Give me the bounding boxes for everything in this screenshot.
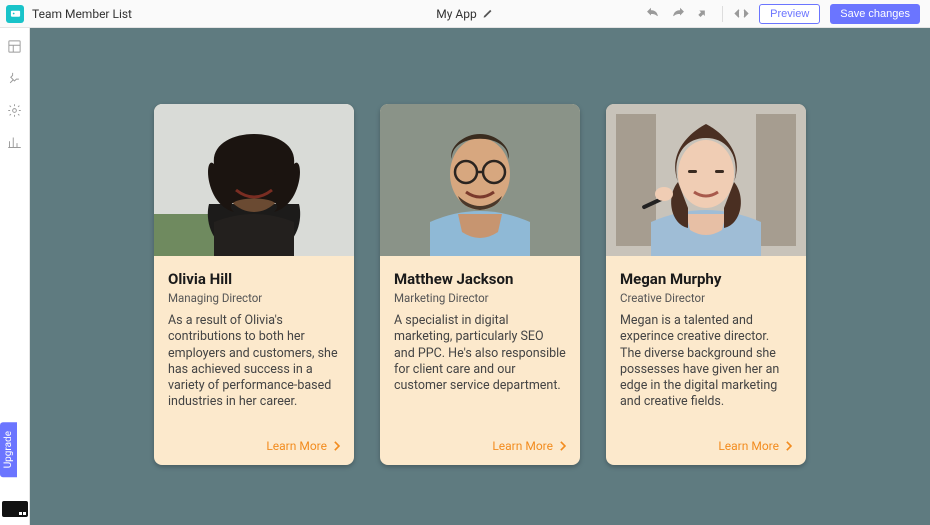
learn-more-link[interactable]: Learn More — [266, 439, 340, 453]
redo-button[interactable] — [670, 6, 686, 22]
member-bio: A specialist in digital marketing, parti… — [394, 313, 566, 425]
member-role: Marketing Director — [394, 291, 566, 305]
upgrade-button[interactable]: Upgrade — [0, 422, 17, 477]
team-card: Matthew Jackson Marketing Director A spe… — [380, 104, 580, 465]
share-button[interactable] — [696, 6, 712, 22]
save-button[interactable]: Save changes — [830, 4, 920, 24]
member-bio: As a result of Olivia's contributions to… — [168, 313, 340, 425]
team-card: Olivia Hill Managing Director As a resul… — [154, 104, 354, 465]
preview-button[interactable]: Preview — [759, 4, 820, 24]
app-name-editor[interactable]: My App — [436, 7, 493, 21]
chevron-right-icon — [785, 441, 792, 451]
member-bio: Megan is a talented and experince creati… — [620, 313, 792, 425]
learn-more-link[interactable]: Learn More — [492, 439, 566, 453]
divider — [722, 6, 723, 22]
page-title: Team Member List — [32, 7, 132, 21]
member-name: Megan Murphy — [620, 270, 792, 288]
topbar-actions: Preview Save changes — [644, 4, 920, 24]
learn-more-link[interactable]: Learn More — [718, 439, 792, 453]
learn-more-label: Learn More — [266, 439, 327, 453]
app-name-label: My App — [436, 7, 476, 21]
member-name: Matthew Jackson — [394, 270, 566, 288]
learn-more-label: Learn More — [492, 439, 553, 453]
canvas: Olivia Hill Managing Director As a resul… — [30, 28, 930, 525]
member-photo — [154, 104, 354, 256]
member-name: Olivia Hill — [168, 270, 340, 288]
edit-icon — [483, 8, 494, 19]
topbar: Team Member List My App Preview Save cha… — [0, 0, 930, 28]
learn-more-label: Learn More — [718, 439, 779, 453]
settings-icon[interactable] — [7, 102, 23, 118]
help-widget[interactable] — [2, 501, 28, 517]
app-logo — [6, 5, 24, 23]
undo-button[interactable] — [644, 6, 660, 22]
member-role: Managing Director — [168, 291, 340, 305]
analytics-icon[interactable] — [7, 134, 23, 150]
chevron-right-icon — [559, 441, 566, 451]
team-card-row: Olivia Hill Managing Director As a resul… — [154, 104, 806, 465]
member-photo — [380, 104, 580, 256]
code-view-button[interactable] — [733, 6, 749, 22]
chevron-right-icon — [333, 441, 340, 451]
member-photo — [606, 104, 806, 256]
team-card: Megan Murphy Creative Director Megan is … — [606, 104, 806, 465]
plugin-icon[interactable] — [7, 70, 23, 86]
layout-icon[interactable] — [7, 38, 23, 54]
member-role: Creative Director — [620, 291, 792, 305]
